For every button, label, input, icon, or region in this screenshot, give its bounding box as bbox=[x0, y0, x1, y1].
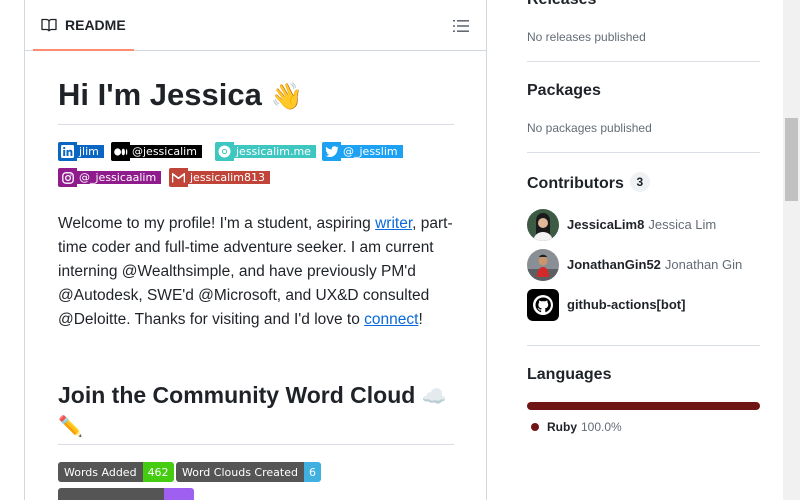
connect-link[interactable]: connect bbox=[364, 311, 418, 328]
readme-header: README bbox=[25, 0, 486, 51]
scrollbar[interactable] bbox=[783, 0, 800, 500]
twitter-icon bbox=[322, 142, 341, 161]
cloud-icon: ☁️ bbox=[421, 386, 447, 408]
language-bar-ruby bbox=[527, 402, 760, 410]
stat-badge-partial bbox=[58, 488, 194, 500]
linkedin-badge[interactable]: jlim bbox=[58, 142, 104, 161]
chrome-icon bbox=[215, 142, 234, 161]
gmail-badge[interactable]: jessicalim813 bbox=[169, 168, 270, 187]
pencil-icon: ✏️ bbox=[58, 416, 83, 438]
tab-readme[interactable]: README bbox=[33, 1, 134, 51]
medium-badge[interactable]: @jessicalim bbox=[111, 142, 202, 161]
language-bar bbox=[527, 402, 760, 410]
scrollbar-thumb[interactable] bbox=[785, 118, 798, 201]
avatar bbox=[527, 249, 559, 281]
list-icon bbox=[453, 20, 469, 32]
writer-link[interactable]: writer bbox=[375, 215, 412, 232]
word-clouds-created-badge[interactable]: Word Clouds Created 6 bbox=[176, 462, 321, 482]
contributor-item[interactable]: JonathanGin52 Jonathan Gin bbox=[527, 249, 742, 281]
instagram-badge[interactable]: @_jessicaalim bbox=[58, 168, 162, 187]
packages-heading[interactable]: Packages bbox=[527, 82, 601, 100]
medium-icon bbox=[111, 142, 130, 161]
contributors-heading[interactable]: Contributors 3 bbox=[527, 172, 650, 193]
title-text: Hi I'm Jessica bbox=[58, 77, 262, 112]
twitter-badge[interactable]: @_jesslim bbox=[322, 142, 403, 161]
waving-hand-icon: 👋 bbox=[270, 81, 303, 111]
language-item-ruby[interactable]: Ruby 100.0% bbox=[531, 420, 622, 434]
language-color-dot bbox=[531, 423, 539, 431]
section-heading: Join the Community Word Cloud ☁️ ✏️ bbox=[58, 382, 447, 438]
website-badge[interactable]: jessicalim.me bbox=[215, 142, 316, 161]
sidebar: Releases No releases published Packages … bbox=[527, 0, 760, 500]
linkedin-icon bbox=[58, 142, 77, 161]
readme-card: README Hi I'm Jessica 👋 jlim @jessicalim… bbox=[24, 0, 487, 500]
packages-empty: No packages published bbox=[527, 121, 652, 135]
releases-empty: No releases published bbox=[527, 30, 646, 44]
contributor-item[interactable]: JessicaLim8 Jessica Lim bbox=[527, 209, 716, 241]
divider bbox=[527, 152, 760, 153]
languages-heading: Languages bbox=[527, 366, 612, 383]
words-added-badge[interactable]: Words Added 462 bbox=[58, 462, 174, 482]
contributor-item[interactable]: github-actions[bot] bbox=[527, 289, 685, 321]
tab-readme-label: README bbox=[65, 17, 126, 33]
github-icon bbox=[527, 289, 559, 321]
contributors-count-badge: 3 bbox=[629, 172, 650, 192]
instagram-icon bbox=[58, 168, 77, 187]
divider bbox=[58, 124, 454, 125]
gmail-icon bbox=[169, 168, 188, 187]
book-icon bbox=[41, 18, 57, 32]
page-title: Hi I'm Jessica 👋 bbox=[58, 77, 303, 113]
table-of-contents-button[interactable] bbox=[452, 17, 470, 35]
releases-heading[interactable]: Releases bbox=[527, 0, 596, 9]
avatar bbox=[527, 209, 559, 241]
divider bbox=[527, 61, 760, 62]
divider bbox=[58, 444, 454, 445]
intro-paragraph: Welcome to my profile! I'm a student, as… bbox=[58, 215, 453, 328]
divider bbox=[527, 345, 760, 346]
